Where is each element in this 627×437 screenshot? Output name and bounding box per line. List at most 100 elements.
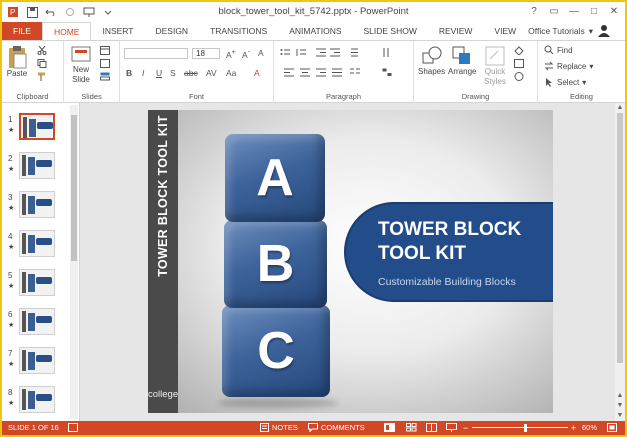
smartart-icon[interactable] xyxy=(382,68,392,77)
clear-formatting-icon[interactable]: A xyxy=(258,48,264,58)
increase-indent-icon[interactable] xyxy=(330,48,340,57)
replace-button[interactable]: Replace ▾ xyxy=(544,61,593,71)
decrease-indent-icon[interactable] xyxy=(316,48,326,57)
character-spacing-icon[interactable]: AV xyxy=(206,68,217,78)
slide-thumbnail[interactable] xyxy=(19,386,55,413)
slide-scrollbar-thumb[interactable] xyxy=(617,113,623,363)
account-area[interactable]: Office Tutorials ▾ xyxy=(528,22,625,40)
cut-icon[interactable] xyxy=(37,45,47,55)
slide-thumbnail-item[interactable]: 1 ★ xyxy=(2,111,72,145)
ribbon-display-button[interactable]: ▭ xyxy=(545,4,563,19)
tab-design[interactable]: DESIGN xyxy=(144,22,199,40)
shape-outline-icon[interactable] xyxy=(514,59,524,68)
format-painter-icon[interactable] xyxy=(37,72,47,81)
justify-icon[interactable] xyxy=(332,68,342,77)
undo-icon[interactable] xyxy=(44,5,58,19)
slide-thumbnail[interactable] xyxy=(19,113,55,140)
slide-thumbnail-item[interactable]: 5 ★ xyxy=(2,267,72,301)
save-icon[interactable] xyxy=(25,5,39,19)
tab-view[interactable]: VIEW xyxy=(483,22,527,40)
help-button[interactable]: ? xyxy=(525,4,543,19)
new-slide-button[interactable]: New Slide xyxy=(66,45,96,85)
zoom-slider-knob[interactable] xyxy=(523,424,527,432)
title-box[interactable]: TOWER BLOCK TOOL KIT Customizable Buildi… xyxy=(344,202,553,302)
text-direction-icon[interactable] xyxy=(382,48,392,57)
shadow-icon[interactable]: S xyxy=(170,68,176,78)
slideshow-view-icon[interactable] xyxy=(446,423,457,432)
tab-file[interactable]: FILE xyxy=(2,22,42,40)
shape-effects-icon[interactable] xyxy=(514,72,524,81)
increase-font-icon[interactable]: A+ xyxy=(226,48,236,60)
line-spacing-icon[interactable] xyxy=(348,48,358,57)
zoom-slider[interactable] xyxy=(472,427,568,428)
notes-button[interactable]: NOTES xyxy=(260,423,298,432)
section-icon[interactable] xyxy=(100,72,110,81)
comments-button[interactable]: COMMENTS xyxy=(308,423,365,432)
align-right-icon[interactable] xyxy=(316,68,326,77)
zoom-out-icon[interactable]: − xyxy=(463,423,468,433)
scroll-down-icon[interactable]: ▼ xyxy=(615,411,625,421)
find-button[interactable]: Find xyxy=(544,45,573,55)
align-center-icon[interactable] xyxy=(300,68,310,77)
tab-review[interactable]: REVIEW xyxy=(428,22,484,40)
underline-icon[interactable]: U xyxy=(156,68,162,78)
tab-animations[interactable]: ANIMATIONS xyxy=(278,22,352,40)
scroll-up-icon[interactable]: ▲ xyxy=(615,391,625,401)
slide-canvas[interactable]: TOWER BLOCK TOOL KIT C B A TOWER BLOCK T… xyxy=(148,110,553,413)
slide-thumbnail[interactable] xyxy=(19,269,55,296)
strikethrough-icon[interactable]: abc xyxy=(184,68,198,78)
customize-qat-icon[interactable] xyxy=(101,5,115,19)
maximize-button[interactable]: □ xyxy=(585,4,603,19)
select-button[interactable]: Select ▾ xyxy=(544,77,586,87)
slide-thumbnail[interactable] xyxy=(19,230,55,257)
columns-icon[interactable] xyxy=(350,68,360,77)
paste-button[interactable]: Paste xyxy=(6,45,28,78)
shape-fill-icon[interactable] xyxy=(514,46,524,56)
redo-icon[interactable] xyxy=(63,5,77,19)
thumbnail-scrollbar[interactable] xyxy=(70,105,78,419)
slide-subtitle[interactable]: Customizable Building Blocks xyxy=(378,276,516,288)
decrease-font-icon[interactable]: A- xyxy=(242,48,250,60)
presentation-icon[interactable] xyxy=(82,5,96,19)
slide-sorter-icon[interactable] xyxy=(406,423,417,432)
thumbnail-scrollbar-thumb[interactable] xyxy=(71,115,77,261)
tab-transitions[interactable]: TRANSITIONS xyxy=(199,22,278,40)
slide-thumbnail[interactable] xyxy=(19,347,55,374)
slide-thumbnail-item[interactable]: 8 ★ xyxy=(2,384,72,418)
vertical-title[interactable]: TOWER BLOCK TOOL KIT xyxy=(156,115,170,277)
tab-insert[interactable]: INSERT xyxy=(91,22,144,40)
align-left-icon[interactable] xyxy=(284,68,294,77)
cube-c[interactable]: C xyxy=(222,305,330,397)
bold-icon[interactable]: B xyxy=(126,68,132,78)
cube-b[interactable]: B xyxy=(224,220,327,308)
tab-slide-show[interactable]: SLIDE SHOW xyxy=(353,22,428,40)
fit-to-window-icon[interactable] xyxy=(607,423,617,432)
slide-thumbnail-item[interactable]: 6 ★ xyxy=(2,306,72,340)
quick-styles-button[interactable]: Quick Styles xyxy=(480,45,510,87)
slide-title[interactable]: TOWER BLOCK TOOL KIT xyxy=(378,218,548,266)
normal-view-icon[interactable] xyxy=(384,423,395,432)
cube-a[interactable]: A xyxy=(225,134,325,222)
minimize-button[interactable]: — xyxy=(565,4,583,19)
close-button[interactable]: ✕ xyxy=(605,4,623,19)
italic-icon[interactable]: I xyxy=(142,68,144,78)
slide-thumbnail[interactable] xyxy=(19,308,55,335)
font-color-icon[interactable]: A xyxy=(254,68,260,78)
slide-thumbnail[interactable] xyxy=(19,191,55,218)
slide-thumbnail-item[interactable]: 2 ★ xyxy=(2,150,72,184)
arrange-button[interactable]: Arrange xyxy=(448,45,476,76)
font-size-field[interactable]: 18 xyxy=(192,48,220,59)
scroll-up-icon[interactable]: ▲ xyxy=(615,103,625,113)
scroll-down-icon[interactable]: ▼ xyxy=(615,401,625,411)
reading-view-icon[interactable] xyxy=(426,423,437,432)
zoom-level[interactable]: 60% xyxy=(582,423,597,432)
numbering-icon[interactable] xyxy=(296,48,306,57)
slide-thumbnail-item[interactable]: 7 ★ xyxy=(2,345,72,379)
zoom-in-icon[interactable]: + xyxy=(571,423,576,433)
shapes-button[interactable]: Shapes xyxy=(418,45,445,76)
slide-thumbnail-item[interactable]: 4 ★ xyxy=(2,228,72,262)
reset-icon[interactable] xyxy=(100,59,110,68)
slide-thumbnail-item[interactable]: 3 ★ xyxy=(2,189,72,223)
tab-home[interactable]: HOME xyxy=(41,22,92,40)
layout-icon[interactable] xyxy=(100,46,110,55)
